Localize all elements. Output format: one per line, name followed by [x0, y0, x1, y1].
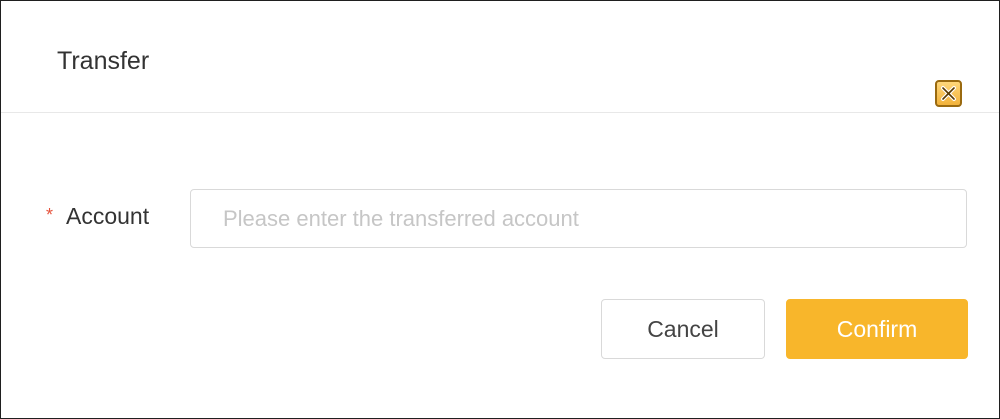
- close-button[interactable]: [935, 80, 962, 107]
- dialog-title: Transfer: [57, 47, 150, 75]
- dialog-header: Transfer: [1, 1, 999, 113]
- account-input[interactable]: [190, 189, 967, 248]
- cancel-button[interactable]: Cancel: [601, 299, 765, 359]
- close-icon: [941, 86, 956, 101]
- transfer-dialog: Transfer * Account Cancel Confirm: [0, 0, 1000, 419]
- account-form-row: * Account: [1, 189, 999, 249]
- required-mark: *: [46, 205, 54, 225]
- confirm-button[interactable]: Confirm: [786, 299, 968, 359]
- account-label: Account: [66, 203, 150, 229]
